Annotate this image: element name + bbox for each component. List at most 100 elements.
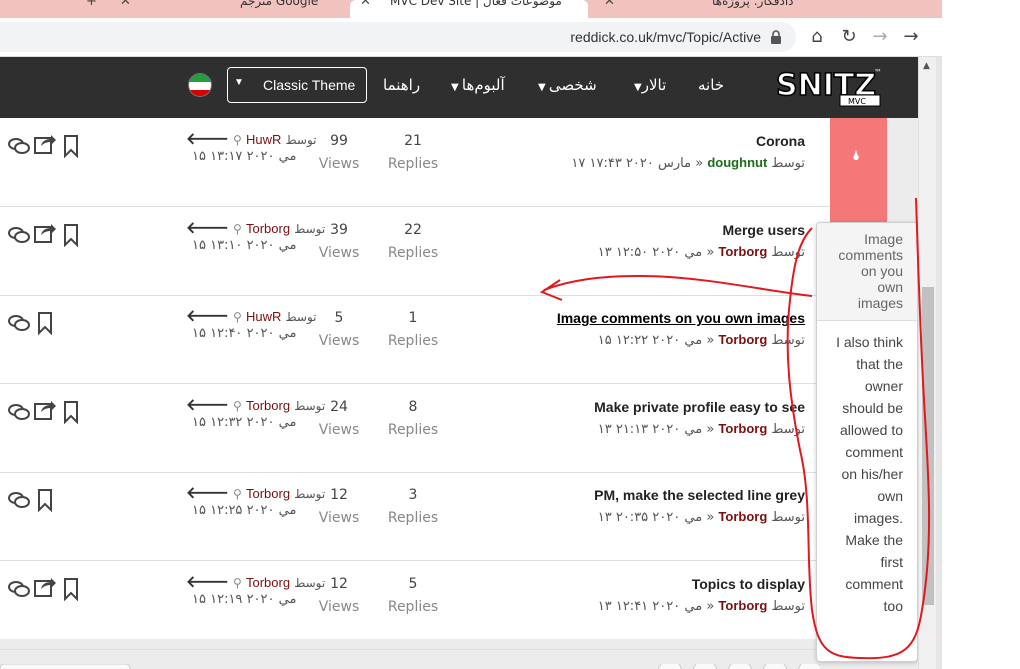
nav-personal-label: شخصی <box>548 76 597 94</box>
last-post-author-link[interactable]: Torborg <box>246 221 290 236</box>
pagination-left[interactable] <box>0 664 140 669</box>
goto-last-post-icon[interactable]: 🡐 <box>186 129 229 148</box>
nav-albums[interactable]: ▼ آلبوم‌ها <box>451 76 505 94</box>
replies-label: Replies <box>387 244 439 261</box>
last-post-by: 🡐 ⚲ Torborg توسط <box>186 217 325 237</box>
topic-row[interactable]: Merge users ۱۳ مي ۲۰۲۰ ۱۲:۵۰ » Torborg ت… <box>0 207 830 296</box>
topic-row[interactable]: Corona ۱۷ مارس ۲۰۲۰ ۱۷:۴۳ » doughnut توس… <box>0 118 830 207</box>
topic-title-link[interactable]: Merge users <box>723 222 805 238</box>
by-label: توسط <box>771 510 805 525</box>
snitz-logo[interactable]: SNITZ MVC ™ <box>774 65 886 107</box>
bookmark-icon[interactable] <box>59 400 83 424</box>
new-tab-icon[interactable]: + <box>86 0 97 9</box>
forward-icon[interactable]: → <box>869 26 891 48</box>
comments-icon[interactable] <box>7 400 31 424</box>
topic-title-link[interactable]: Image comments on you own images <box>557 310 805 326</box>
search-icon[interactable]: ⚲ <box>233 576 242 590</box>
goto-last-post-icon[interactable]: 🡐 <box>186 572 229 591</box>
iran-flag-icon[interactable] <box>188 73 212 97</box>
topic-title-link[interactable]: Topics to display <box>692 576 805 592</box>
topic-row[interactable]: PM, make the selected line grey ۱۳ مي ۲۰… <box>0 472 830 561</box>
goto-last-post-icon[interactable]: 🡐 <box>186 218 229 237</box>
share-icon[interactable] <box>33 575 57 599</box>
topic-author-link[interactable]: Torborg <box>718 332 767 347</box>
topic-title-link[interactable]: Make private profile easy to see <box>594 399 805 415</box>
share-icon[interactable] <box>33 398 57 422</box>
goto-last-post-icon[interactable]: 🡐 <box>186 306 229 325</box>
last-post-by: 🡐 ⚲ Torborg توسط <box>186 571 325 591</box>
topic-title-link[interactable]: PM, make the selected line grey <box>594 487 805 503</box>
goto-last-post-icon[interactable]: 🡐 <box>186 483 229 502</box>
separator: » <box>706 244 715 260</box>
topic-author-link[interactable]: Torborg <box>718 509 767 524</box>
search-icon[interactable]: ⚲ <box>233 310 242 324</box>
nav-forum[interactable]: ▼تالار <box>634 76 666 94</box>
last-post-author-link[interactable]: HuwR <box>246 132 281 147</box>
popover-body-line: too <box>883 598 903 614</box>
back-icon[interactable]: → <box>900 26 922 48</box>
share-icon[interactable] <box>33 132 57 156</box>
tab-google-translate[interactable]: + ✕ مترجم Google <box>70 0 348 18</box>
search-icon[interactable]: ⚲ <box>233 222 242 236</box>
nav-personal[interactable]: ▼ شخصی <box>538 76 597 94</box>
close-icon[interactable]: ✕ <box>360 0 371 9</box>
search-icon[interactable]: ⚲ <box>233 487 242 501</box>
nav-help[interactable]: راهنما <box>383 76 420 94</box>
search-icon[interactable]: ⚲ <box>233 399 242 413</box>
topic-author-link[interactable]: Torborg <box>718 598 767 613</box>
last-post-author-link[interactable]: HuwR <box>246 309 281 324</box>
bookmark-icon[interactable] <box>33 311 57 335</box>
views-label: Views <box>318 598 360 615</box>
pagination-right[interactable] <box>650 664 820 669</box>
search-icon[interactable]: ⚲ <box>233 133 242 147</box>
topic-row[interactable]: Topics to display ۱۳ مي ۲۰۲۰ ۱۲:۴۱ » Tor… <box>0 561 830 650</box>
site-navbar: ▼ Classic Theme راهنما ▼ آلبوم‌ها ▼ شخصی… <box>0 57 918 118</box>
scrollbar-thumb[interactable] <box>922 287 934 605</box>
scroll-up-icon[interactable]: ▲ <box>923 61 930 71</box>
tab-mvc-dev-site[interactable]: ✕ MVC Dev Site | موضوعات فعال <box>350 0 588 18</box>
goto-last-post-icon[interactable]: 🡐 <box>186 395 229 414</box>
last-post-by: 🡐 ⚲ HuwR توسط <box>186 128 317 148</box>
comments-icon[interactable] <box>7 488 31 512</box>
last-post-author-link[interactable]: Torborg <box>246 575 290 590</box>
close-icon[interactable]: ✕ <box>604 0 615 9</box>
bookmark-icon[interactable] <box>59 223 83 247</box>
bookmark-icon[interactable] <box>59 134 83 158</box>
comments-icon[interactable] <box>7 223 31 247</box>
nav-home[interactable]: خانه <box>698 76 724 94</box>
last-post-author-link[interactable]: Torborg <box>246 486 290 501</box>
reload-icon[interactable]: ↻ <box>838 26 860 48</box>
topic-author-link[interactable]: Torborg <box>718 244 767 259</box>
popover-body-line: comment <box>845 444 903 460</box>
comments-icon[interactable] <box>7 311 31 335</box>
topic-author-link[interactable]: doughnut <box>707 155 767 170</box>
page-scrollbar[interactable]: ▲ <box>918 57 936 669</box>
topic-meta: ۱۳ مي ۲۰۲۰ ۱۲:۵۰ » Torborg توسط <box>598 244 805 260</box>
comments-icon[interactable] <box>7 577 31 601</box>
topic-meta: ۱۳ مي ۲۰۲۰ ۱۲:۴۱ » Torborg توسط <box>598 598 805 614</box>
dropdown-caret-icon: ▼ <box>538 82 549 93</box>
popover-body-line: allowed to <box>839 422 903 438</box>
url-field[interactable]: reddick.co.uk/mvc/Topic/Active <box>0 22 796 52</box>
lock-icon[interactable] <box>770 30 782 44</box>
topic-author-link[interactable]: Torborg <box>718 421 767 436</box>
by-label: توسط <box>294 398 326 413</box>
last-post-date: ۱۵ مي ۲۰۲۰ ۱۳:۱۷ <box>192 149 297 164</box>
home-icon[interactable]: ⌂ <box>806 26 828 48</box>
close-icon[interactable]: ✕ <box>120 0 131 9</box>
comments-icon[interactable] <box>7 134 31 158</box>
last-post-author-link[interactable]: Torborg <box>246 398 290 413</box>
popover-body-line: own <box>877 488 903 504</box>
bookmark-icon[interactable] <box>33 488 57 512</box>
theme-select[interactable]: ▼ Classic Theme <box>227 67 367 103</box>
bookmark-icon[interactable] <box>59 577 83 601</box>
dropdown-caret-icon: ▼ <box>451 82 462 93</box>
last-post-date: ۱۵ مي ۲۰۲۰ ۱۲:۲۵ <box>192 503 297 518</box>
share-icon[interactable] <box>33 221 57 245</box>
last-post-by: 🡐 ⚲ Torborg توسط <box>186 394 325 414</box>
topic-row[interactable]: Image comments on you own images ۱۵ مي ۲… <box>0 295 830 384</box>
popover-title-line: comments <box>838 247 903 263</box>
tab-dadfekar[interactable]: ✕ دادفکار: پروژه‌ها <box>592 0 842 18</box>
topic-row[interactable]: Make private profile easy to see ۱۳ مي ۲… <box>0 384 830 473</box>
topic-title-link[interactable]: Corona <box>756 133 805 149</box>
